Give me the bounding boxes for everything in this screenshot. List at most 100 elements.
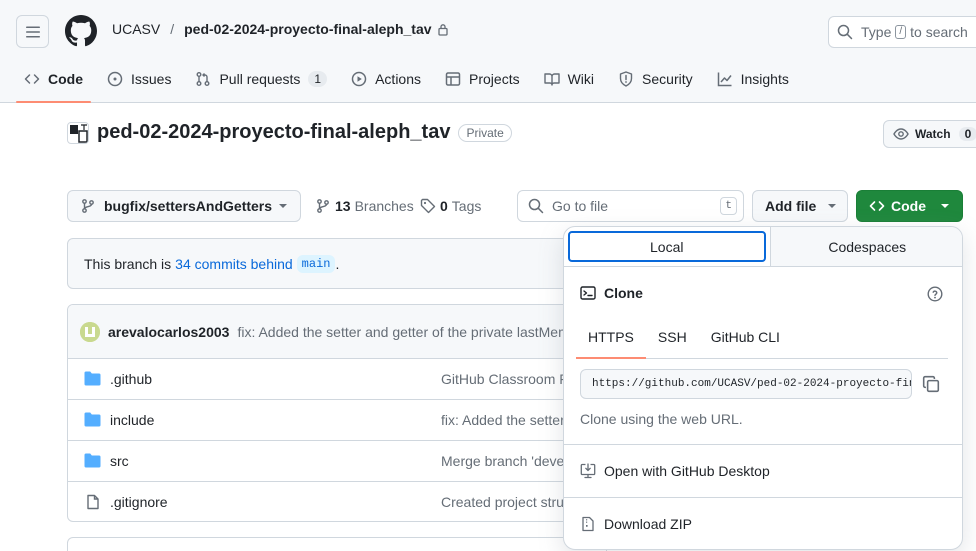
tab-code-label: Code [48,71,83,87]
folder-icon [84,412,101,427]
tab-projects[interactable]: Projects [437,62,528,96]
watch-label: Watch [915,127,951,141]
table-icon [445,72,461,86]
notice-prefix: This branch is [84,255,172,272]
clone-url-input[interactable]: https://github.com/UCASV/ped-02-2024-pro… [580,369,912,399]
breadcrumb-repo[interactable]: ped-02-2024-proyecto-final-aleph_tav [184,21,431,37]
eye-icon [893,128,909,140]
tab-github-cli[interactable]: GitHub CLI [699,315,792,358]
pull-request-icon [196,72,210,86]
tab-ssh[interactable]: SSH [646,315,699,358]
copy-icon[interactable] [922,375,940,393]
file-commit-message[interactable]: Created project stru [441,494,564,510]
play-icon [351,71,367,87]
clone-tabs: Local Codespaces [564,227,962,267]
branches-link[interactable]: 13 Branches [315,198,414,214]
file-commit-message[interactable]: Merge branch 'deve [441,453,564,469]
open-desktop-label: Open with GitHub Desktop [604,463,770,479]
file-name[interactable]: .github [110,371,152,387]
protocol-tabs: HTTPS SSH GitHub CLI [576,315,948,359]
repo-name[interactable]: ped-02-2024-proyecto-final-aleph_tav [97,121,450,144]
tab-issues[interactable]: Issues [99,62,179,96]
search-prefix: Type [861,24,892,40]
branch-selector[interactable]: bugfix/settersAndGetters [67,190,301,222]
terminal-icon [580,286,596,300]
file-name[interactable]: include [110,412,154,428]
global-search-input[interactable]: Type / to search [828,16,976,48]
code-icon [869,201,885,211]
avatar[interactable] [80,321,100,342]
breadcrumb-owner[interactable]: UCASV [112,21,160,37]
branch-name: bugfix/settersAndGetters [104,198,273,214]
caret-down-icon [279,204,287,208]
code-button-label: Code [891,198,926,214]
table-row[interactable]: include fix: Added the setter [68,400,606,441]
hamburger-icon [25,26,40,37]
tab-security[interactable]: Security [610,62,701,96]
question-icon[interactable] [927,286,943,302]
divider [564,497,962,498]
go-to-file-shortcut: t [720,197,737,215]
shield-icon [619,71,633,87]
tab-insights-label: Insights [740,71,789,87]
breadcrumb-separator: / [170,21,175,37]
tag-icon [420,198,436,214]
github-logo-icon[interactable] [65,15,97,47]
go-to-file-placeholder: Go to file [552,198,609,214]
file-commit-message[interactable]: GitHub Classroom F [441,371,568,387]
table-row[interactable]: .gitignore Created project stru [68,482,606,521]
tab-actions[interactable]: Actions [343,62,429,96]
download-zip-button[interactable]: Download ZIP [580,516,692,532]
tab-code[interactable]: Code [16,62,91,103]
tab-codespaces[interactable]: Codespaces [769,227,962,266]
base-branch-label: main [296,254,336,273]
tab-projects-label: Projects [469,71,520,87]
add-file-button[interactable]: Add file [752,190,848,222]
tab-security-label: Security [642,71,693,87]
download-zip-label: Download ZIP [604,516,692,532]
add-file-label: Add file [765,198,817,214]
folder-icon [84,453,101,468]
search-icon [837,24,853,40]
caret-down-icon [828,204,836,208]
file-zip-icon [582,516,594,532]
tab-actions-label: Actions [375,71,422,87]
file-name[interactable]: .gitignore [110,494,168,510]
repo-title: ped-02-2024-proyecto-final-aleph_tav Pri… [67,121,512,144]
file-icon [87,494,99,510]
go-to-file-input[interactable]: Go to file t [517,190,744,222]
open-desktop-button[interactable]: Open with GitHub Desktop [580,463,770,479]
tab-pull-requests-label: Pull requests [219,71,301,87]
branches-count: 13 [335,198,351,214]
tab-pull-requests[interactable]: Pull requests 1 [187,62,335,96]
tags-count: 0 [440,198,448,214]
tab-local[interactable]: Local [568,231,766,262]
clone-heading: Clone [580,285,643,301]
code-button[interactable]: Code [856,190,963,222]
file-table: arevalocarlos2003 fix: Added the setter … [67,304,607,522]
tags-link[interactable]: 0 Tags [420,198,481,214]
file-name[interactable]: src [110,453,129,469]
pull-requests-count: 1 [308,71,328,87]
table-row[interactable]: src Merge branch 'deve [68,441,606,482]
clone-hint: Clone using the web URL. [580,411,743,427]
latest-commit-row: arevalocarlos2003 fix: Added the setter … [68,305,606,359]
watch-button[interactable]: Watch 0 [883,120,976,148]
tab-insights[interactable]: Insights [709,62,797,96]
search-shortcut-key: / [895,25,907,39]
folder-icon [84,371,101,386]
commit-message[interactable]: fix: Added the setter and getter of the … [237,324,569,340]
commit-author[interactable]: arevalocarlos2003 [108,324,229,340]
caret-down-icon [941,204,949,208]
search-icon [528,198,544,214]
commits-behind-link[interactable]: 34 commits behind [175,256,293,272]
repo-avatar [67,121,89,144]
watch-count: 0 [958,127,976,141]
tab-wiki[interactable]: Wiki [536,62,602,96]
breadcrumb: UCASV / ped-02-2024-proyecto-final-aleph… [112,21,449,37]
menu-button[interactable] [16,15,49,48]
book-icon [543,73,560,86]
table-row[interactable]: .github GitHub Classroom F [68,359,606,400]
tab-https[interactable]: HTTPS [576,315,646,359]
file-commit-message[interactable]: fix: Added the setter [441,412,565,428]
